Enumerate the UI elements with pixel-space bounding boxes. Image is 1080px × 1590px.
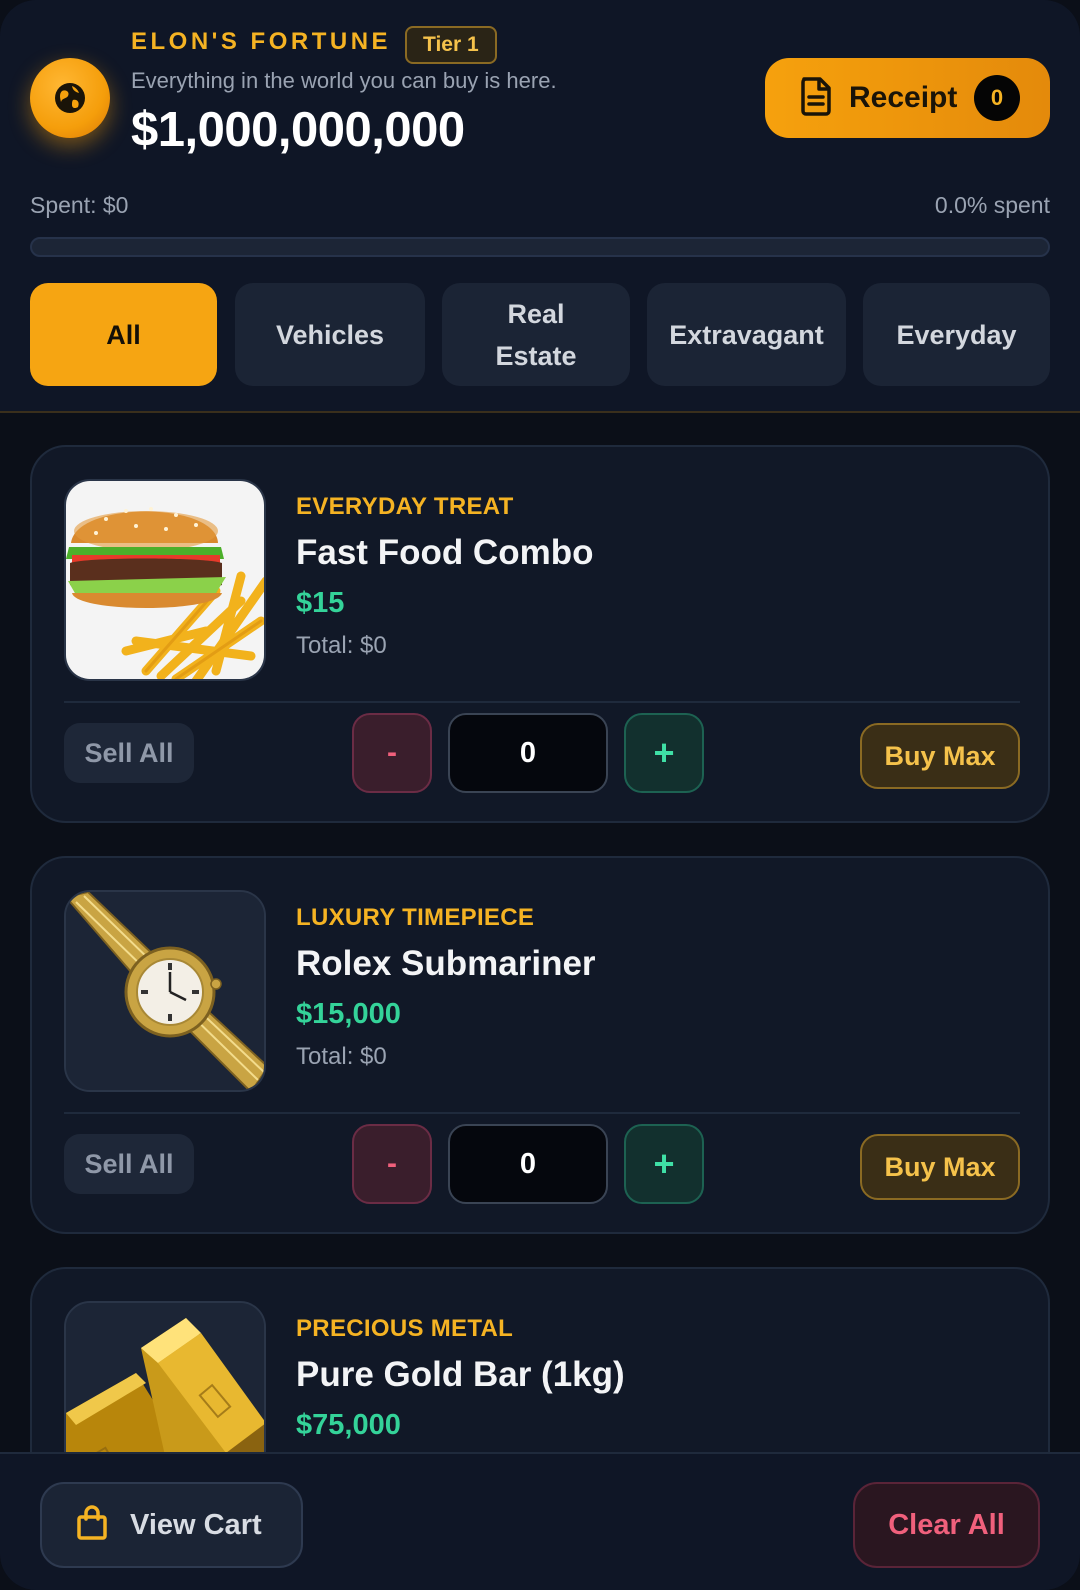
decrease-quantity-button[interactable]: - bbox=[352, 1124, 432, 1204]
increase-quantity-button[interactable]: + bbox=[624, 1124, 704, 1204]
header: ELON'S FORTUNE Tier 1 Everything in the … bbox=[0, 0, 1080, 413]
item-card: EVERYDAY TREAT Fast Food Combo $15 Total… bbox=[30, 445, 1050, 823]
brand-title: ELON'S FORTUNE bbox=[131, 28, 392, 55]
app-root: ELON'S FORTUNE Tier 1 Everything in the … bbox=[0, 0, 1080, 1590]
burger-fries-image bbox=[64, 479, 266, 681]
item-category: LUXURY TIMEPIECE bbox=[296, 904, 535, 931]
item-price: $75,000 bbox=[296, 1409, 401, 1441]
item-name: Fast Food Combo bbox=[296, 533, 594, 572]
item-category: PRECIOUS METAL bbox=[296, 1315, 514, 1342]
receipt-button[interactable]: Receipt 0 bbox=[765, 58, 1050, 138]
balance-amount: $1,000,000,000 bbox=[131, 103, 465, 157]
tab-vehicles[interactable]: Vehicles bbox=[235, 283, 425, 386]
view-cart-button[interactable]: View Cart bbox=[40, 1482, 303, 1568]
tab-extravagant[interactable]: Extravagant bbox=[647, 283, 846, 386]
card-divider bbox=[64, 1112, 1020, 1114]
buy-max-button[interactable]: Buy Max bbox=[860, 723, 1020, 789]
spent-percent: 0.0% spent bbox=[934, 192, 1050, 218]
item-card: LUXURY TIMEPIECE Rolex Submariner $15,00… bbox=[30, 856, 1050, 1234]
item-name: Pure Gold Bar (1kg) bbox=[296, 1355, 625, 1394]
spend-progress-bar bbox=[30, 237, 1050, 257]
tab-everyday[interactable]: Everyday bbox=[863, 283, 1050, 386]
tab-real-estate[interactable]: Real Estate bbox=[442, 283, 630, 386]
tab-all[interactable]: All bbox=[30, 283, 217, 386]
clear-all-button[interactable]: Clear All bbox=[853, 1482, 1040, 1568]
buy-max-button[interactable]: Buy Max bbox=[860, 1134, 1020, 1200]
gold-watch-image bbox=[64, 890, 266, 1092]
subtitle: Everything in the world you can buy is h… bbox=[131, 68, 557, 93]
item-total: Total: $0 bbox=[296, 1043, 387, 1070]
view-cart-label: View Cart bbox=[130, 1508, 262, 1541]
item-total: Total: $0 bbox=[296, 632, 387, 659]
bottom-bar: View Cart Clear All bbox=[0, 1452, 1080, 1590]
item-price: $15 bbox=[296, 587, 345, 619]
decrease-quantity-button[interactable]: - bbox=[352, 713, 432, 793]
shopping-bag-icon bbox=[76, 1504, 108, 1546]
receipt-count-badge: 0 bbox=[974, 75, 1020, 121]
quantity-input[interactable] bbox=[448, 1124, 608, 1204]
card-divider bbox=[64, 701, 1020, 703]
sell-all-button[interactable]: Sell All bbox=[64, 723, 194, 783]
document-icon bbox=[799, 76, 833, 121]
item-name: Rolex Submariner bbox=[296, 944, 596, 983]
increase-quantity-button[interactable]: + bbox=[624, 713, 704, 793]
quantity-input[interactable] bbox=[448, 713, 608, 793]
item-category: EVERYDAY TREAT bbox=[296, 493, 514, 520]
item-price: $15,000 bbox=[296, 998, 401, 1030]
sell-all-button[interactable]: Sell All bbox=[64, 1134, 194, 1194]
tier-badge: Tier 1 bbox=[405, 26, 497, 64]
receipt-label: Receipt bbox=[849, 81, 958, 114]
globe-icon bbox=[30, 58, 110, 138]
spent-label: Spent: $0 bbox=[30, 192, 129, 218]
